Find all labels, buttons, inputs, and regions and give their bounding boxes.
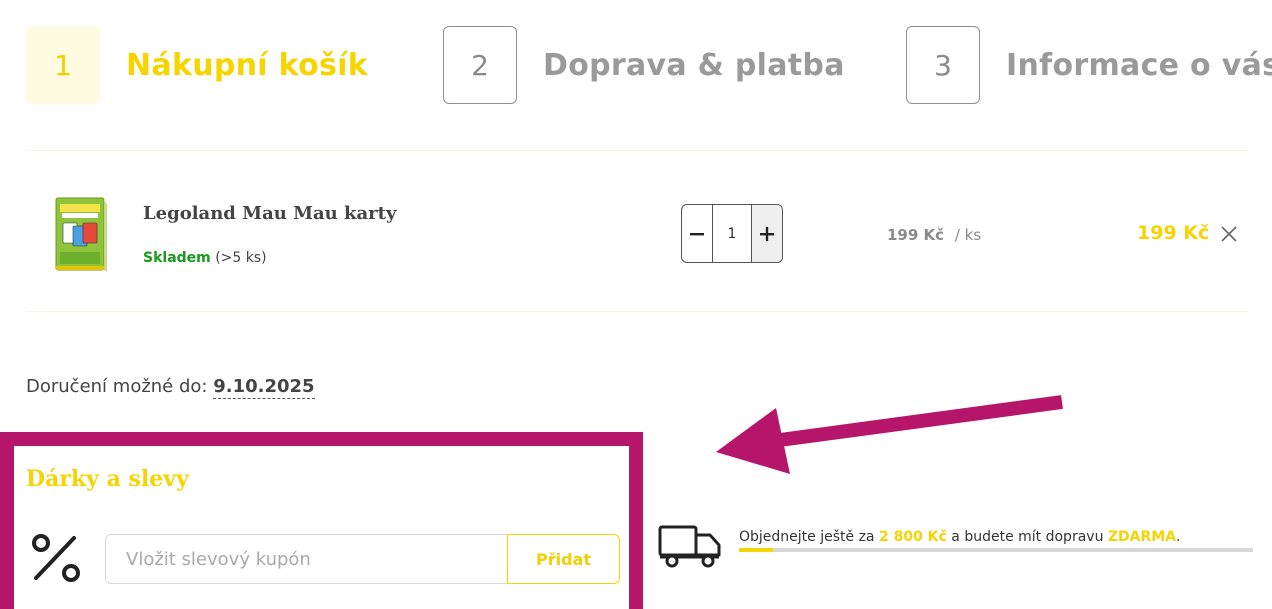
step-number: 2 bbox=[443, 26, 517, 104]
step-number: 3 bbox=[906, 26, 980, 104]
free-shipping-suffix: . bbox=[1176, 529, 1181, 545]
unit-price-suffix: / ks bbox=[954, 226, 982, 244]
stock-status: Skladem (>5 ks) bbox=[143, 250, 267, 266]
free-shipping-highlight: ZDARMA bbox=[1107, 529, 1177, 545]
step-label: Informace o vás bbox=[1006, 47, 1272, 83]
free-shipping-message: Objednejte ještě za 2 800 Kč a budete mí… bbox=[739, 529, 1181, 545]
stock-available: Skladem bbox=[143, 250, 211, 266]
step-cart[interactable]: 1 Nákupní košík bbox=[26, 25, 368, 105]
free-shipping-progress-fill bbox=[739, 548, 773, 552]
stock-detail: (>5 ks) bbox=[215, 250, 267, 266]
line-total-price: 199 Kč bbox=[1137, 222, 1210, 244]
quantity-input[interactable]: 1 bbox=[713, 205, 751, 262]
divider bbox=[26, 150, 1248, 151]
quantity-decrease-button[interactable] bbox=[682, 205, 713, 262]
annotation-arrow-icon bbox=[716, 395, 1063, 474]
delivery-label: Doručení možné do: bbox=[26, 376, 208, 397]
step-label: Doprava & platba bbox=[543, 47, 845, 83]
step-customer-info[interactable]: 3 Informace o vás bbox=[906, 25, 1272, 105]
plus-icon bbox=[760, 226, 774, 241]
close-icon[interactable] bbox=[1219, 224, 1239, 244]
free-shipping-prefix: Objednejte ještě za bbox=[739, 529, 875, 545]
coupon-section: Dárky a slevy Přidat bbox=[0, 432, 643, 609]
truck-icon bbox=[658, 525, 721, 568]
coupon-title: Dárky a slevy bbox=[26, 466, 189, 492]
coupon-input[interactable] bbox=[105, 534, 508, 584]
free-shipping-middle: a budete mít dopravu bbox=[951, 529, 1104, 545]
divider bbox=[26, 311, 1248, 312]
step-shipping-payment[interactable]: 2 Doprava & platba bbox=[443, 25, 845, 105]
free-shipping-amount: 2 800 Kč bbox=[878, 529, 947, 545]
step-number: 1 bbox=[26, 26, 100, 104]
product-name[interactable]: Legoland Mau Mau karty bbox=[143, 203, 396, 224]
delivery-estimate: Doručení možné do: 9.10.2025 bbox=[26, 376, 315, 399]
unit-price-value: 199 Kč bbox=[887, 226, 945, 244]
step-label: Nákupní košík bbox=[126, 47, 368, 83]
add-coupon-button[interactable]: Přidat bbox=[507, 534, 620, 584]
percent-icon bbox=[32, 534, 80, 582]
free-shipping-progress bbox=[739, 548, 1253, 552]
unit-price: 199 Kč / ks bbox=[887, 226, 981, 244]
product-image[interactable] bbox=[52, 196, 108, 274]
minus-icon bbox=[690, 232, 704, 235]
quantity-stepper: 1 bbox=[681, 204, 783, 263]
quantity-increase-button[interactable] bbox=[751, 205, 782, 262]
delivery-date[interactable]: 9.10.2025 bbox=[213, 376, 315, 399]
